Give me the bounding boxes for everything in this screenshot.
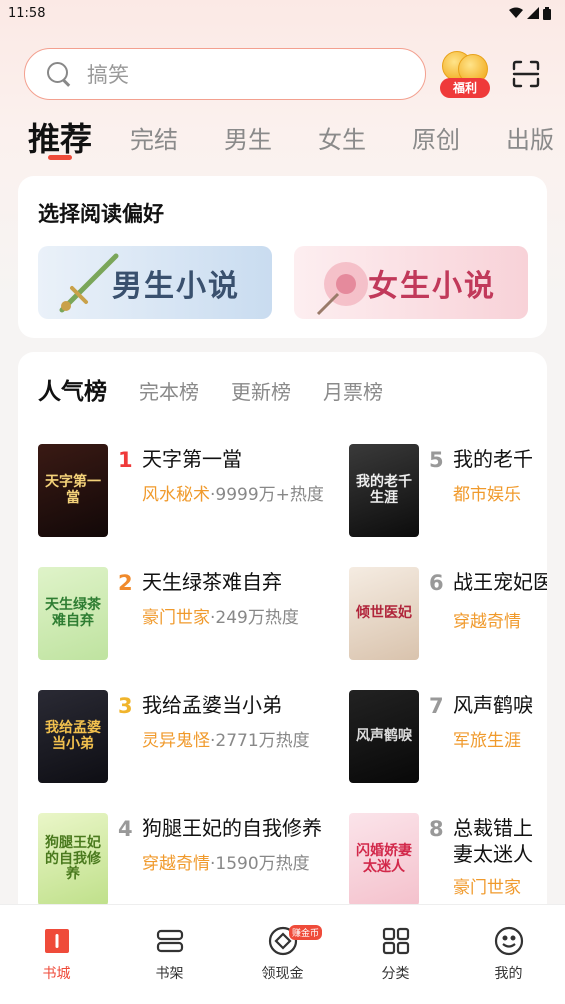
- book-heat: 1590万热度: [215, 854, 310, 874]
- book-cover: 倾世医妃: [349, 567, 419, 660]
- status-bar: 11:58: [0, 0, 565, 26]
- female-novel-button[interactable]: 女生小说: [294, 246, 528, 319]
- book-genre: 灵异鬼怪: [142, 731, 210, 751]
- male-novel-button[interactable]: 男生小说: [38, 246, 272, 319]
- book-genre: 豪门世家: [142, 608, 210, 628]
- rank-number: 5: [429, 448, 444, 472]
- book-title: 战王宠妃医: [453, 570, 547, 594]
- book-title: 总裁错上: [453, 816, 533, 840]
- preference-title: 选择阅读偏好: [38, 202, 164, 226]
- tab-publish[interactable]: 出版: [506, 120, 554, 155]
- book-item[interactable]: 狗腿王妃的自我修养 4 狗腿王妃的自我修养 穿越奇情·1590万热度: [38, 813, 322, 907]
- rank-number: 6: [429, 571, 444, 595]
- preference-card: 选择阅读偏好 男生小说 女生小说: [18, 176, 547, 338]
- tab-original[interactable]: 原创: [412, 120, 460, 155]
- search-icon: [45, 60, 73, 88]
- book-title: 风声鹤唳: [453, 693, 533, 717]
- bookshelf-icon: [156, 929, 183, 953]
- book-cover: 天字第一當: [38, 444, 108, 537]
- book-item[interactable]: 天字第一當 1 天字第一當 风水秘术·9999万+热度: [38, 444, 324, 538]
- nav-category[interactable]: 分类: [339, 905, 452, 1004]
- book-genre: 军旅生涯: [453, 731, 521, 751]
- book-genre: 穿越奇情: [142, 854, 210, 874]
- nav-bookshelf[interactable]: 书架: [113, 905, 226, 1004]
- bottom-nav: 书城 书架 赚金币 领现金 分类 我的: [0, 904, 565, 1004]
- book-title: 我的老千: [453, 447, 533, 471]
- sword-icon: [59, 253, 119, 313]
- bookstore-icon: [44, 929, 69, 953]
- tab-female[interactable]: 女生: [318, 120, 366, 155]
- battery-icon: [543, 6, 551, 20]
- book-genre: 豪门世家: [453, 878, 521, 898]
- scan-icon[interactable]: [512, 60, 540, 88]
- tab-monthly-votes[interactable]: 月票榜: [323, 376, 383, 405]
- book-title: 天生绿茶难自弃: [142, 570, 282, 594]
- rank-number: 4: [118, 817, 133, 841]
- smiley-icon: [494, 926, 523, 956]
- rank-number: 8: [429, 817, 444, 841]
- book-cover: 闪婚娇妻太迷人: [349, 813, 419, 906]
- tab-updated[interactable]: 更新榜: [231, 376, 291, 405]
- ranking-tabs: 人气榜 完本榜 更新榜 月票榜: [38, 372, 415, 406]
- book-heat: 2771万热度: [215, 731, 310, 751]
- book-genre: 风水秘术: [142, 485, 210, 505]
- nav-label: 分类: [381, 966, 410, 982]
- wifi-icon: [509, 7, 523, 18]
- nav-earn-cash[interactable]: 赚金币 领现金: [226, 905, 339, 1004]
- grid-icon: [382, 927, 409, 955]
- category-tabs: 推荐 完结 男生 女生 原创 出版: [28, 112, 565, 162]
- rank-number: 3: [118, 694, 133, 718]
- book-cover: 狗腿王妃的自我修养: [38, 813, 108, 906]
- nav-label: 领现金: [261, 966, 304, 982]
- ranking-card: 人气榜 完本榜 更新榜 月票榜 天字第一當 1 天字第一當 风水秘术·9999万…: [18, 352, 547, 952]
- tab-popular[interactable]: 人气榜: [38, 372, 107, 406]
- book-title-line2: 妻太迷人: [453, 842, 533, 866]
- book-item[interactable]: 天生绿茶难自弃 2 天生绿茶难自弃 豪门世家·249万热度: [38, 567, 299, 661]
- book-cover: 我的老千生涯: [349, 444, 419, 537]
- book-title: 天字第一當: [142, 447, 242, 471]
- tab-recommend[interactable]: 推荐: [28, 114, 92, 160]
- nav-label: 书架: [155, 966, 184, 982]
- book-item[interactable]: 倾世医妃 6 战王宠妃医 穿越奇情: [349, 567, 547, 661]
- rank-number: 1: [118, 448, 133, 472]
- tab-indicator: [48, 155, 72, 160]
- book-genre: 都市娱乐: [453, 485, 521, 505]
- book-cover: 风声鹤唳: [349, 690, 419, 783]
- tab-finished[interactable]: 完本榜: [139, 376, 199, 405]
- rank-number: 2: [118, 571, 133, 595]
- book-title: 狗腿王妃的自我修养: [142, 816, 322, 840]
- status-time: 11:58: [8, 5, 46, 21]
- nav-profile[interactable]: 我的: [452, 905, 565, 1004]
- welfare-label: 福利: [440, 78, 490, 98]
- book-heat: 9999万+热度: [215, 485, 324, 505]
- book-cover: 天生绿茶难自弃: [38, 567, 108, 660]
- status-icons: [509, 6, 551, 20]
- book-item[interactable]: 我的老千生涯 5 我的老千 都市娱乐: [349, 444, 533, 538]
- flower-icon: [316, 262, 368, 316]
- nav-bookstore[interactable]: 书城: [0, 905, 113, 1004]
- signal-icon: [527, 7, 539, 19]
- book-genre: 穿越奇情: [453, 612, 521, 632]
- book-cover: 我给孟婆当小弟: [38, 690, 108, 783]
- book-item[interactable]: 闪婚娇妻太迷人 8 总裁错上 妻太迷人 豪门世家: [349, 813, 533, 907]
- welfare-button[interactable]: 福利: [436, 48, 494, 100]
- search-input[interactable]: 搞笑: [24, 48, 426, 100]
- rank-number: 7: [429, 694, 444, 718]
- book-item[interactable]: 我给孟婆当小弟 3 我给孟婆当小弟 灵异鬼怪·2771万热度: [38, 690, 310, 784]
- book-heat: 249万热度: [215, 608, 299, 628]
- book-title: 我给孟婆当小弟: [142, 693, 282, 717]
- tab-completed[interactable]: 完结: [130, 120, 178, 155]
- search-placeholder: 搞笑: [87, 63, 129, 87]
- tab-male[interactable]: 男生: [224, 120, 272, 155]
- book-item[interactable]: 风声鹤唳 7 风声鹤唳 军旅生涯: [349, 690, 533, 784]
- earn-coins-badge: 赚金币: [289, 925, 323, 940]
- nav-label: 我的: [494, 966, 523, 982]
- nav-label: 书城: [42, 966, 71, 982]
